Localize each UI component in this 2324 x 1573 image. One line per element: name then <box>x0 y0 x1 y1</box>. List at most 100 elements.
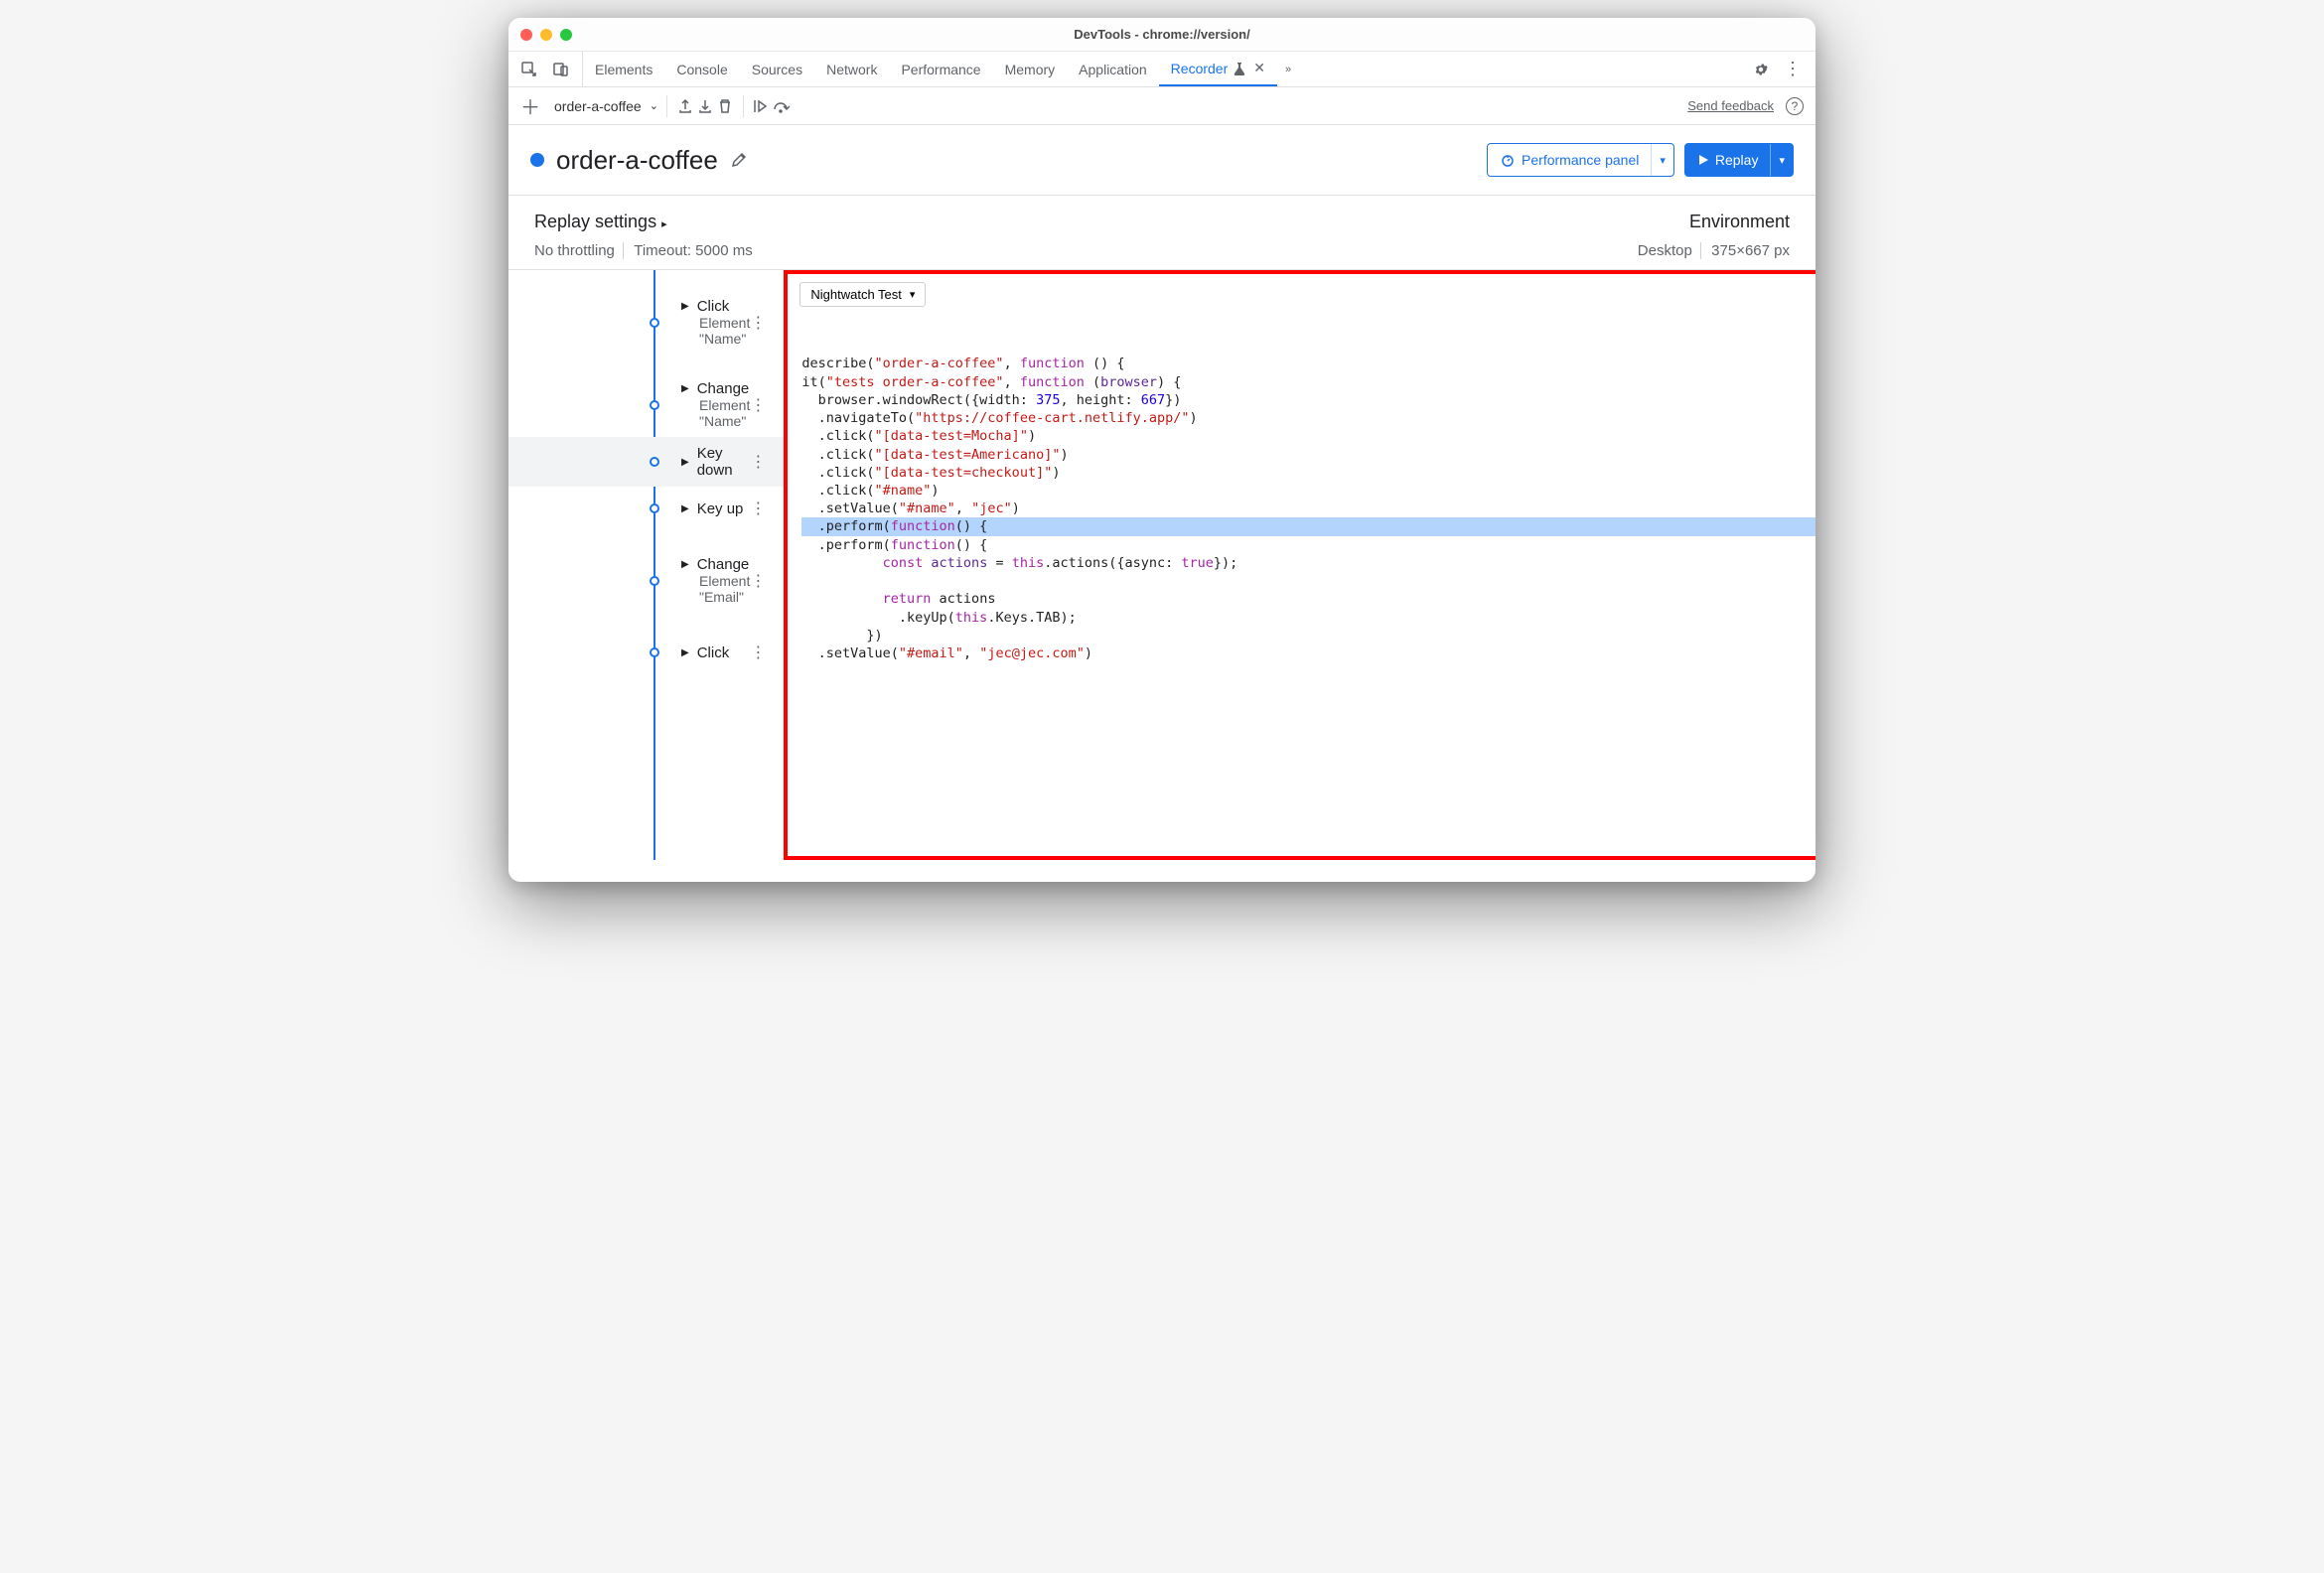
inspect-icon[interactable] <box>520 61 538 78</box>
recorder-subbar: ＋ order-a-coffee ⌄ Send feedback ? <box>508 87 1816 125</box>
expand-step-icon[interactable]: ▶ <box>681 647 689 658</box>
performance-panel-caret[interactable]: ▾ <box>1651 144 1673 176</box>
code-line: .click("[data-test=Americano]") <box>801 446 1816 464</box>
step-menu-icon[interactable]: ⋮ <box>750 395 766 415</box>
replay-caret[interactable]: ▾ <box>1770 144 1793 176</box>
export-icon[interactable] <box>675 96 695 116</box>
step-title-text: Change <box>697 556 750 573</box>
delete-icon[interactable] <box>715 96 735 116</box>
step-title-text: Click <box>697 644 730 661</box>
performance-panel-button[interactable]: Performance panel ▾ <box>1487 143 1674 177</box>
step-title-text: Click <box>697 298 730 315</box>
tab-memory[interactable]: Memory <box>993 52 1068 86</box>
content-split: ▶ClickElement "Name"⋮▶ChangeElement "Nam… <box>508 270 1816 860</box>
step-row[interactable]: ▶ Key up ⋮ <box>508 487 784 530</box>
window-close[interactable] <box>520 29 532 41</box>
expand-step-icon[interactable]: ▶ <box>681 559 689 570</box>
play-step-icon[interactable] <box>752 96 772 116</box>
tab-application[interactable]: Application <box>1067 52 1159 86</box>
step-over-icon[interactable] <box>772 96 792 116</box>
step-title-text: Key down <box>697 445 751 479</box>
dropdown-caret-icon: ▾ <box>910 288 916 301</box>
send-feedback-link[interactable]: Send feedback <box>1687 98 1774 113</box>
code-line: .click("[data-test=checkout]") <box>801 464 1816 482</box>
code-line: .perform(function() { <box>801 517 1816 535</box>
recording-title-area: order-a-coffee Performance panel ▾ Repla… <box>508 125 1816 196</box>
viewport-value[interactable]: 375×667 px <box>1700 242 1790 259</box>
code-view[interactable]: describe("order-a-coffee", function () {… <box>788 315 1816 856</box>
recording-selector[interactable]: order-a-coffee <box>554 98 642 114</box>
code-line: return actions <box>801 590 1816 608</box>
settings-gear-icon[interactable] <box>1752 61 1770 78</box>
expand-step-icon[interactable]: ▶ <box>681 503 689 514</box>
add-icon[interactable]: ＋ <box>520 96 540 116</box>
step-row[interactable]: ▶ Key down⋮ <box>508 437 784 487</box>
code-line: it("tests order-a-coffee", function (bro… <box>801 373 1816 391</box>
titlebar: DevTools - chrome://version/ <box>508 18 1816 52</box>
close-tab-icon[interactable]: ✕ <box>1253 60 1265 76</box>
expand-step-icon[interactable]: ▶ <box>681 457 689 468</box>
replay-button[interactable]: Replay ▾ <box>1684 143 1794 177</box>
step-menu-icon[interactable]: ⋮ <box>750 452 766 472</box>
devtools-toolbar: ElementsConsoleSourcesNetworkPerformance… <box>508 52 1816 87</box>
step-menu-icon[interactable]: ⋮ <box>750 643 766 662</box>
export-format-dropdown[interactable]: Nightwatch Test ▾ <box>799 282 926 307</box>
tab-performance[interactable]: Performance <box>889 52 992 86</box>
devtools-window: DevTools - chrome://version/ ElementsCon… <box>508 18 1816 882</box>
throttling-value[interactable]: No throttling <box>534 242 615 259</box>
device-toggle-icon[interactable] <box>552 61 570 78</box>
window-title: DevTools - chrome://version/ <box>1074 27 1249 42</box>
overflow-tabs-icon[interactable]: » <box>1285 64 1291 75</box>
expand-step-icon[interactable]: ▶ <box>681 301 689 312</box>
step-row[interactable]: ▶ ClickElement "Name"⋮ <box>508 290 784 355</box>
tab-sources[interactable]: Sources <box>740 52 814 86</box>
code-line: .setValue("#email", "jec@jec.com") <box>801 644 1816 662</box>
window-minimize[interactable] <box>540 29 552 41</box>
code-line: browser.windowRect({width: 375, height: … <box>801 391 1816 409</box>
code-line: describe("order-a-coffee", function () { <box>801 355 1816 372</box>
step-row[interactable]: ▶ ChangeElement "Email"⋮ <box>508 548 784 613</box>
code-line <box>801 572 1816 590</box>
step-subtitle: Element "Name" <box>699 397 750 429</box>
step-title-text: Change <box>697 380 750 397</box>
flask-icon <box>1234 62 1245 75</box>
step-subtitle: Element "Email" <box>699 573 750 605</box>
timeout-value[interactable]: Timeout: 5000 ms <box>623 242 753 259</box>
page-title: order-a-coffee <box>556 145 718 176</box>
window-maximize[interactable] <box>560 29 572 41</box>
step-menu-icon[interactable]: ⋮ <box>750 571 766 591</box>
import-icon[interactable] <box>695 96 715 116</box>
code-line: .perform(function() { <box>801 536 1816 554</box>
tab-elements[interactable]: Elements <box>583 52 664 86</box>
step-dot <box>650 457 659 467</box>
tab-recorder[interactable]: Recorder✕ <box>1159 52 1277 86</box>
step-menu-icon[interactable]: ⋮ <box>750 499 766 518</box>
code-line: .setValue("#name", "jec") <box>801 500 1816 517</box>
code-line: const actions = this.actions({async: tru… <box>801 554 1816 572</box>
code-line: .navigateTo("https://coffee-cart.netlify… <box>801 409 1816 427</box>
step-row[interactable]: ▶ ChangeElement "Name"⋮ <box>508 372 784 437</box>
tab-console[interactable]: Console <box>664 52 739 86</box>
edit-title-icon[interactable] <box>730 151 748 169</box>
device-value[interactable]: Desktop <box>1638 242 1692 259</box>
recording-selector-caret-icon[interactable]: ⌄ <box>650 99 658 112</box>
recording-indicator <box>530 153 544 167</box>
help-icon[interactable]: ? <box>1786 97 1804 115</box>
environment-heading: Environment <box>1689 212 1790 232</box>
replay-settings-section: Replay settings ▸ Environment No throttl… <box>508 196 1816 270</box>
steps-list: ▶ClickElement "Name"⋮▶ChangeElement "Nam… <box>508 270 784 860</box>
step-row[interactable]: ▶ Click ⋮ <box>508 631 784 674</box>
devtools-tabs: ElementsConsoleSourcesNetworkPerformance… <box>583 52 1277 86</box>
code-line: .keyUp(this.Keys.TAB); <box>801 609 1816 627</box>
step-title-text: Key up <box>697 500 744 517</box>
more-menu-icon[interactable]: ⋮ <box>1784 59 1802 79</box>
step-dot <box>650 400 659 410</box>
code-line: }) <box>801 627 1816 644</box>
step-subtitle: Element "Name" <box>699 315 750 347</box>
expand-step-icon[interactable]: ▶ <box>681 383 689 394</box>
replay-settings-heading[interactable]: Replay settings ▸ <box>534 212 667 232</box>
step-menu-icon[interactable]: ⋮ <box>750 313 766 333</box>
tab-network[interactable]: Network <box>814 52 889 86</box>
traffic-lights[interactable] <box>520 29 572 41</box>
step-dot <box>650 576 659 586</box>
